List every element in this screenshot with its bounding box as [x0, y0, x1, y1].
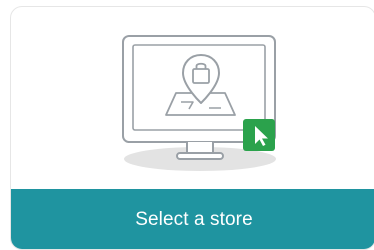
monitor-store-location-icon — [122, 35, 276, 171]
store-illustration — [11, 7, 374, 189]
monitor-stand — [186, 142, 214, 154]
select-store-button[interactable]: Select a store — [11, 189, 374, 249]
shopping-bag-icon — [192, 68, 210, 84]
monitor-base — [176, 152, 224, 160]
select-store-card[interactable]: Select a store — [10, 6, 374, 250]
